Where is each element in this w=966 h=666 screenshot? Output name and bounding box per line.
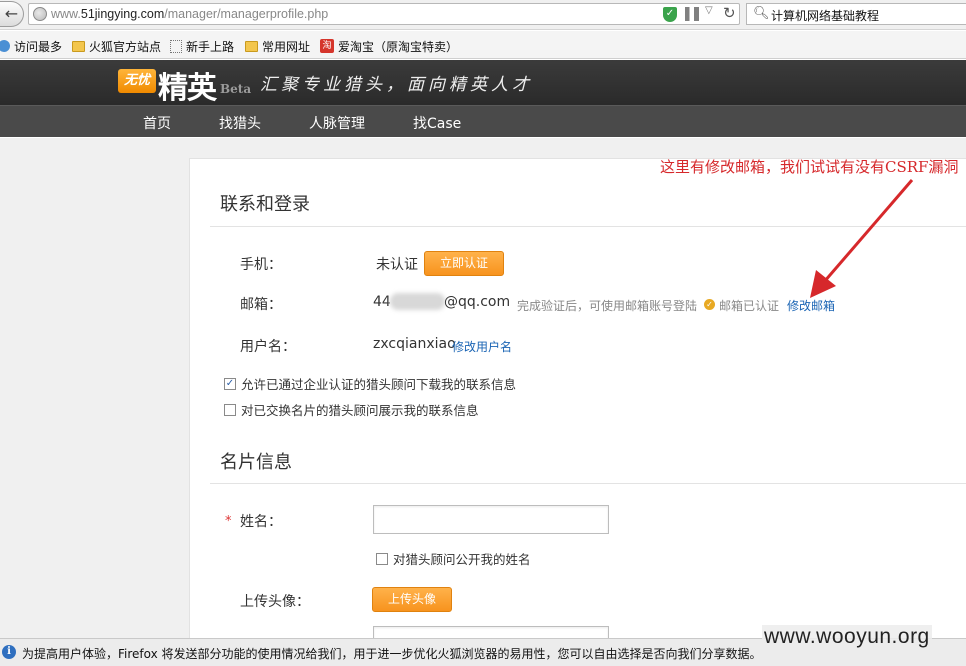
nav-find-headhunter[interactable]: 找猎头 [219, 113, 261, 133]
chevron-down-icon[interactable]: ▽ [705, 5, 713, 16]
email-suffix: @qq.com [444, 294, 511, 310]
search-icon[interactable]: 🔍︎ [753, 6, 770, 21]
globe-icon [33, 7, 47, 21]
shield-icon[interactable]: ✓ [663, 7, 677, 22]
annotation-text: 这里有修改邮箱，我们试试有没有CSRF漏洞 [660, 158, 959, 176]
email-verified-text: 邮箱已认证 [719, 299, 780, 313]
email-hint: 完成验证后，可使用邮箱账号登陆 [517, 299, 698, 313]
search-bar[interactable]: 🔍︎ 计算机网络基础教程 [746, 3, 966, 25]
info-icon: i [2, 645, 16, 659]
nav-home[interactable]: 首页 [143, 113, 171, 133]
bookmark-most-visited[interactable]: 访问最多 [0, 37, 62, 55]
nav-find-case[interactable]: 找Case [413, 113, 461, 133]
name-input[interactable] [373, 505, 609, 534]
name-label: 姓名： [240, 514, 282, 530]
bookmark-firefox-site[interactable]: 火狐官方站点 [72, 37, 161, 55]
show-contact-checkbox[interactable] [224, 403, 236, 416]
show-contact-label: 对已交换名片的猎头顾问展示我的联系信息 [241, 403, 479, 418]
logo-beta-tag: Beta [220, 82, 252, 96]
allow-download-option[interactable]: ✓ 允许已通过企业认证的猎头顾问下载我的联系信息 [224, 374, 516, 393]
divider [210, 483, 966, 484]
show-contact-option[interactable]: 对已交换名片的猎头顾问展示我的联系信息 [224, 400, 479, 419]
card-section-title: 名片信息 [220, 452, 292, 473]
logo-badge[interactable]: 无忧 [118, 69, 156, 93]
bookmark-common-sites[interactable]: 常用网址 [245, 37, 310, 55]
avatar-label: 上传头像： [240, 594, 310, 610]
qr-code-icon[interactable] [685, 7, 699, 21]
main-nav: 首页 找猎头 人脉管理 找Case [0, 105, 966, 137]
phone-status: 未认证 [376, 257, 418, 273]
contact-section-title: 联系和登录 [220, 194, 310, 215]
required-marker: * [225, 514, 232, 529]
email-prefix: 44 [373, 294, 391, 310]
back-button[interactable]: ← [0, 1, 24, 27]
folder-icon [245, 40, 258, 52]
nav-network[interactable]: 人脉管理 [309, 113, 365, 133]
phone-label: 手机： [240, 257, 282, 273]
allow-download-checkbox[interactable]: ✓ [224, 377, 236, 390]
profile-card [189, 158, 966, 638]
browser-toolbar: ← www.51jingying.com/manager/managerprof… [0, 0, 966, 30]
address-bar[interactable]: www.51jingying.com/manager/managerprofil… [28, 3, 740, 25]
verify-phone-button[interactable]: 立即认证 [424, 251, 504, 276]
reload-icon[interactable]: ↻ [723, 4, 736, 22]
divider [210, 226, 966, 227]
watermark: www.wooyun.org [762, 625, 932, 649]
folder-icon [72, 40, 85, 52]
bookmark-taobao[interactable]: 淘 爱淘宝（原淘宝特卖） [320, 37, 458, 55]
taobao-icon: 淘 [320, 39, 334, 53]
username-value: zxcqianxiao [373, 336, 456, 352]
edit-username-link[interactable]: 修改用户名 [452, 338, 512, 355]
username-label: 用户名： [240, 339, 296, 355]
url-text[interactable]: www.51jingying.com/manager/managerprofil… [51, 7, 328, 21]
edit-email-link[interactable]: 修改邮箱 [787, 297, 835, 314]
bookmarks-toolbar: 访问最多 火狐官方站点 新手上路 常用网址 淘 爱淘宝（原淘宝特卖） [0, 31, 966, 59]
logo-text[interactable]: 精英 [158, 63, 217, 107]
upload-avatar-button[interactable]: 上传头像 [372, 587, 452, 612]
gear-icon [0, 40, 10, 52]
notification-text: 为提高用户体验，Firefox 将发送部分功能的使用情况给我们，用于进一步优化火… [22, 647, 762, 661]
site-slogan: 汇聚专业猎头，面向精英人才 [260, 75, 533, 95]
site-header: 无忧 精英 Beta 汇聚专业猎头，面向精英人才 [0, 60, 966, 107]
allow-download-label: 允许已通过企业认证的猎头顾问下载我的联系信息 [241, 377, 517, 392]
page-icon [170, 39, 182, 53]
email-label: 邮箱： [240, 297, 282, 313]
public-name-checkbox[interactable] [376, 552, 388, 565]
email-redaction [390, 293, 445, 310]
bookmark-getting-started[interactable]: 新手上路 [170, 37, 234, 55]
public-name-label: 对猎头顾问公开我的姓名 [393, 552, 531, 567]
check-circle-icon: ✓ [704, 299, 715, 310]
public-name-option[interactable]: 对猎头顾问公开我的姓名 [376, 549, 531, 568]
search-input[interactable]: 计算机网络基础教程 [771, 7, 879, 24]
